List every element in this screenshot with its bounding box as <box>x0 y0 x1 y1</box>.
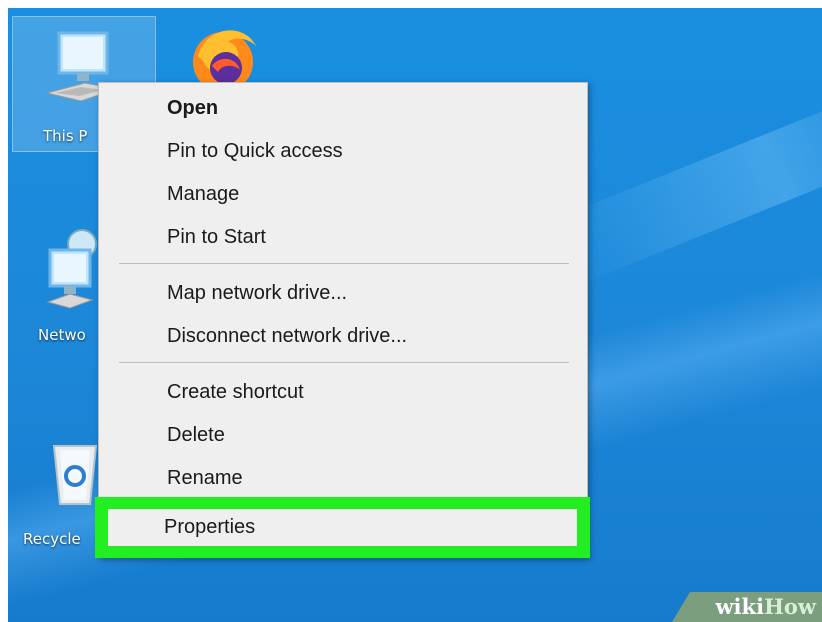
menu-separator <box>119 362 569 363</box>
menu-item-pin-quick-access[interactable]: Pin to Quick access <box>99 132 587 172</box>
menu-item-pin-start[interactable]: Pin to Start <box>99 218 587 258</box>
watermark-part2: How <box>764 594 816 619</box>
desktop-icon-label: This P <box>43 127 88 145</box>
menu-item-manage[interactable]: Manage <box>99 175 587 215</box>
menu-item-open[interactable]: Open <box>99 89 587 129</box>
menu-item-properties-label: Properties <box>164 516 256 538</box>
menu-item-label: Create shortcut <box>167 381 304 403</box>
menu-item-rename[interactable]: Rename <box>99 459 587 499</box>
watermark-part1: wiki <box>715 594 765 619</box>
menu-item-label: Pin to Quick access <box>167 140 343 162</box>
desktop-icon-label: Recycle <box>23 530 81 548</box>
menu-item-map-network-drive[interactable]: Map network drive... <box>99 274 587 314</box>
menu-item-label: Manage <box>167 183 240 205</box>
menu-item-create-shortcut[interactable]: Create shortcut <box>99 373 587 413</box>
menu-item-label: Delete <box>167 424 225 446</box>
menu-item-label: Rename <box>167 467 243 489</box>
wallpaper-light-beam <box>548 79 822 287</box>
menu-item-label: Map network drive... <box>167 282 348 304</box>
menu-item-delete[interactable]: Delete <box>99 416 587 456</box>
menu-item-disconnect-network-drive[interactable]: Disconnect network drive... <box>99 317 587 357</box>
context-menu: Open Pin to Quick access Manage Pin to S… <box>98 82 588 558</box>
menu-item-label: Disconnect network drive... <box>167 325 408 347</box>
wikihow-watermark: wikiHow <box>672 592 822 622</box>
desktop-icon-label: Netwo <box>38 326 86 344</box>
menu-item-label: Pin to Start <box>167 226 266 248</box>
menu-item-label: Open <box>167 97 219 119</box>
menu-separator <box>119 263 569 264</box>
